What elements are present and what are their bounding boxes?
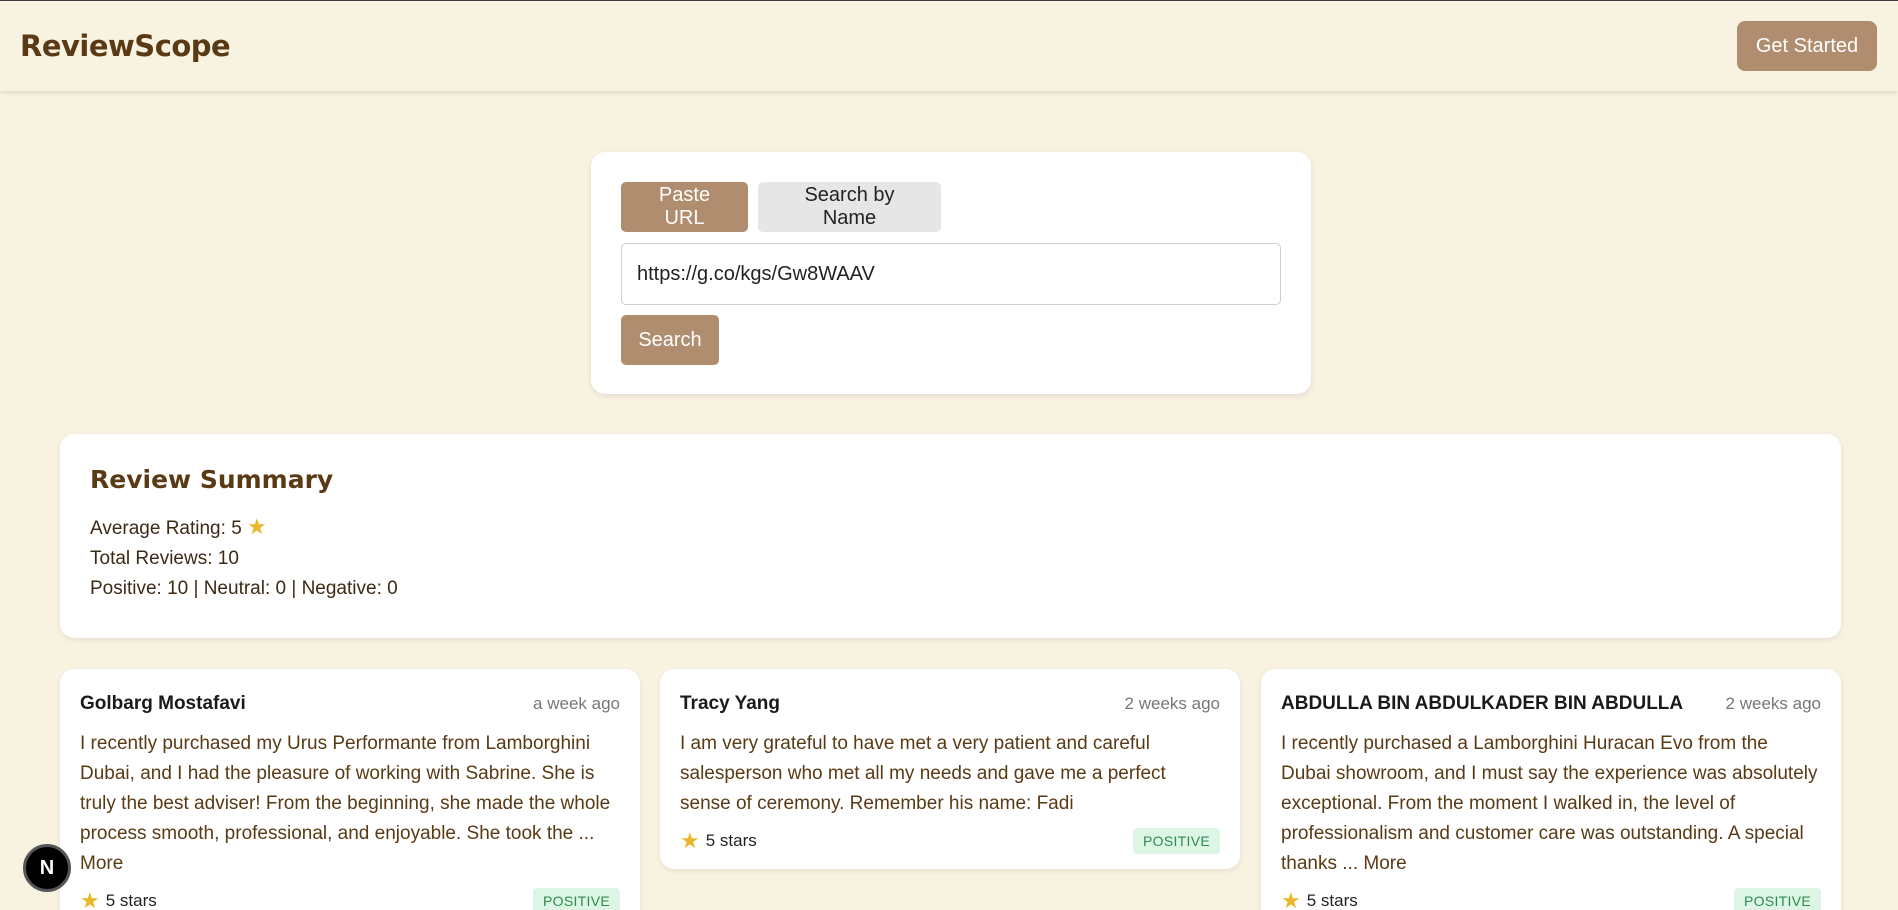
top-navbar: ReviewScope Get Started — [0, 1, 1898, 91]
average-rating-label: Average Rating: — [90, 518, 226, 539]
sentiment-badge: POSITIVE — [1133, 828, 1220, 854]
average-rating-line: Average Rating: 5 ★ — [90, 512, 1811, 544]
reviewer-name: Golbarg Mostafavi — [80, 693, 246, 714]
review-time: 2 weeks ago — [1124, 694, 1220, 713]
review-card: Tracy Yang 2 weeks ago I am very gratefu… — [660, 669, 1240, 869]
total-reviews-label: Total Reviews: — [90, 548, 213, 569]
reviewer-name: ABDULLA BIN ABDULKADER BIN ABDULLA — [1281, 693, 1684, 714]
total-reviews-value: 10 — [217, 548, 239, 569]
star-icon: ★ — [1281, 888, 1301, 910]
more-link[interactable]: More — [1363, 853, 1406, 874]
search-mode-tabs: Paste URL Search by Name — [621, 182, 1281, 232]
review-time: 2 weeks ago — [1725, 694, 1821, 713]
sentiment-badge: POSITIVE — [1734, 888, 1821, 910]
review-rating: ★ 5 stars — [680, 828, 757, 854]
tab-paste-url[interactable]: Paste URL — [621, 182, 748, 232]
review-summary-panel: Review Summary Average Rating: 5 ★ Total… — [60, 434, 1841, 638]
reviewer-name: Tracy Yang — [680, 693, 780, 714]
summary-title: Review Summary — [90, 465, 334, 494]
rating-text: 5 stars — [105, 891, 157, 910]
star-icon: ★ — [247, 514, 267, 539]
more-link[interactable]: More — [80, 853, 123, 874]
review-rating: ★ 5 stars — [1281, 888, 1358, 910]
review-card: Golbarg Mostafavi a week ago I recently … — [60, 669, 640, 910]
rating-text: 5 stars — [1306, 891, 1358, 910]
review-body: I recently purchased a Lamborghini Hurac… — [1281, 733, 1818, 874]
sentiment-badge: POSITIVE — [533, 888, 620, 910]
review-body: I recently purchased my Urus Performante… — [80, 733, 611, 844]
url-input[interactable] — [621, 243, 1281, 305]
search-card: Paste URL Search by Name Search — [591, 152, 1311, 394]
review-rating: ★ 5 stars — [80, 888, 157, 910]
search-button[interactable]: Search — [621, 315, 719, 365]
sentiment-breakdown: Positive: 10 | Neutral: 0 | Negative: 0 — [90, 578, 398, 599]
review-text: I recently purchased my Urus Performante… — [80, 729, 620, 879]
review-card: ABDULLA BIN ABDULKADER BIN ABDULLA 2 wee… — [1261, 669, 1841, 910]
star-icon: ★ — [80, 888, 100, 910]
tab-search-by-name[interactable]: Search by Name — [758, 182, 941, 232]
total-reviews-line: Total Reviews: 10 — [90, 544, 1811, 574]
get-started-button[interactable]: Get Started — [1737, 21, 1877, 71]
dev-tools-button[interactable]: N — [23, 844, 71, 892]
review-text: I recently purchased a Lamborghini Hurac… — [1281, 729, 1821, 879]
review-text: I am very grateful to have met a very pa… — [680, 733, 1166, 814]
review-time: a week ago — [533, 694, 620, 713]
average-rating-value: 5 — [231, 518, 242, 539]
app-logo[interactable]: ReviewScope — [20, 29, 231, 63]
star-icon: ★ — [680, 828, 700, 853]
rating-text: 5 stars — [705, 831, 757, 850]
